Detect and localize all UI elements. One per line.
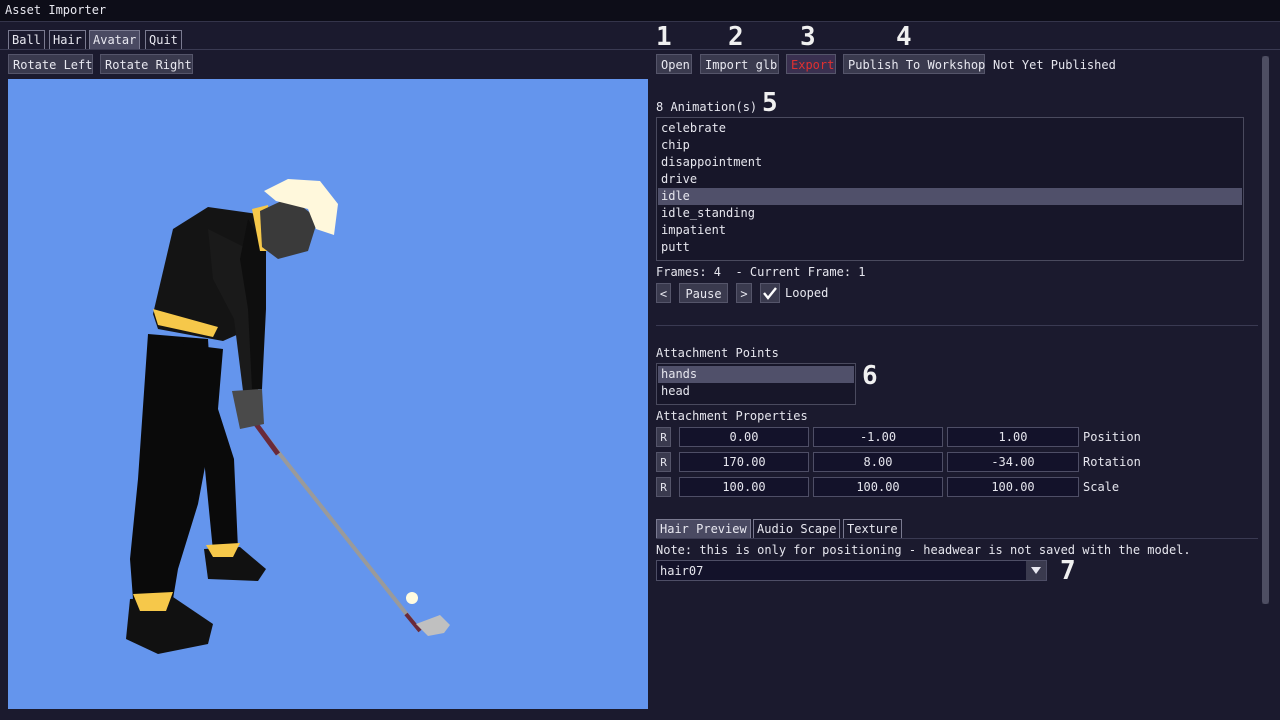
rotate-left-button[interactable]: Rotate Left — [8, 54, 93, 74]
tab-avatar[interactable]: Avatar — [89, 30, 141, 50]
reset-rotation-button[interactable]: R — [656, 452, 671, 472]
rotation-label: Rotation — [1083, 455, 1141, 469]
list-item[interactable]: chip — [658, 137, 1242, 154]
export-button[interactable]: Export — [786, 54, 836, 74]
scale-label: Scale — [1083, 480, 1120, 494]
checkmark-icon — [763, 287, 777, 300]
scale-x-field[interactable]: 100.00 — [679, 477, 809, 497]
club-head — [416, 615, 450, 636]
list-item[interactable]: idle_standing — [658, 205, 1242, 222]
animations-list[interactable]: celebrate chip disappointment drive idle… — [656, 117, 1244, 261]
publish-to-workshop-button[interactable]: Publish To Workshop — [843, 54, 985, 74]
list-item[interactable]: drive — [658, 171, 1242, 188]
list-item[interactable]: putt — [658, 239, 1242, 256]
list-item[interactable]: head — [658, 383, 854, 400]
callout-2: 2 — [728, 22, 744, 52]
tab-audio-scape[interactable]: Audio Scape — [753, 519, 841, 539]
tab-hair[interactable]: Hair — [49, 30, 86, 50]
attachment-properties-title: Attachment Properties — [656, 409, 808, 423]
rotation-y-field[interactable]: 8.00 — [813, 452, 943, 472]
attachment-points-title: Attachment Points — [656, 346, 779, 360]
tab-ball[interactable]: Ball — [8, 30, 45, 50]
animations-count: 8 Animation(s) — [656, 100, 758, 114]
title-bar: Asset Importer — [0, 0, 1280, 22]
hair-select-value: hair07 — [660, 564, 704, 578]
position-z-field[interactable]: 1.00 — [947, 427, 1079, 447]
looped-checkbox[interactable] — [760, 283, 780, 303]
tab-quit[interactable]: Quit — [145, 30, 182, 50]
frames-info: Frames: 4 - Current Frame: 1 — [656, 265, 866, 279]
callout-7: 7 — [1060, 556, 1076, 586]
pause-button[interactable]: Pause — [679, 283, 728, 303]
callout-3: 3 — [800, 22, 816, 52]
callout-5: 5 — [762, 88, 778, 118]
prev-frame-button[interactable]: < — [656, 283, 671, 303]
publish-status: Not Yet Published — [993, 58, 1116, 72]
tab-texture[interactable]: Texture — [843, 519, 902, 539]
panel-scrollbar-thumb[interactable] — [1262, 56, 1269, 604]
model-viewport[interactable] — [8, 79, 648, 709]
hair-select[interactable]: hair07 — [656, 560, 1047, 581]
list-item[interactable]: disappointment — [658, 154, 1242, 171]
open-button[interactable]: Open — [656, 54, 692, 74]
lower-tabs-divider — [656, 538, 1258, 539]
position-x-field[interactable]: 0.00 — [679, 427, 809, 447]
rotation-z-field[interactable]: -34.00 — [947, 452, 1079, 472]
hair-preview-note: Note: this is only for positioning - hea… — [656, 543, 1191, 557]
club-shaft — [254, 422, 422, 633]
callout-1: 1 — [656, 22, 672, 52]
callout-4: 4 — [896, 22, 912, 52]
scale-y-field[interactable]: 100.00 — [813, 477, 943, 497]
import-glb-button[interactable]: Import glb — [700, 54, 779, 74]
position-y-field[interactable]: -1.00 — [813, 427, 943, 447]
looped-label: Looped — [785, 286, 829, 300]
chevron-down-icon[interactable] — [1026, 561, 1046, 580]
list-item[interactable]: impatient — [658, 222, 1242, 239]
list-item-selected[interactable]: idle — [658, 188, 1242, 205]
golfer-avatar-model — [126, 179, 450, 654]
golf-ball — [406, 592, 418, 604]
list-item-selected[interactable]: hands — [658, 366, 854, 383]
section-divider — [656, 325, 1258, 326]
rotate-right-button[interactable]: Rotate Right — [100, 54, 193, 74]
reset-position-button[interactable]: R — [656, 427, 671, 447]
tab-hair-preview[interactable]: Hair Preview — [656, 519, 751, 539]
attachment-points-list[interactable]: hands head — [656, 363, 856, 405]
tabs-divider — [0, 49, 1280, 50]
list-item[interactable]: celebrate — [658, 120, 1242, 137]
rotation-x-field[interactable]: 170.00 — [679, 452, 809, 472]
position-label: Position — [1083, 430, 1141, 444]
scale-z-field[interactable]: 100.00 — [947, 477, 1079, 497]
window-title: Asset Importer — [5, 3, 107, 17]
next-frame-button[interactable]: > — [736, 283, 752, 303]
reset-scale-button[interactable]: R — [656, 477, 671, 497]
callout-6: 6 — [862, 361, 878, 391]
